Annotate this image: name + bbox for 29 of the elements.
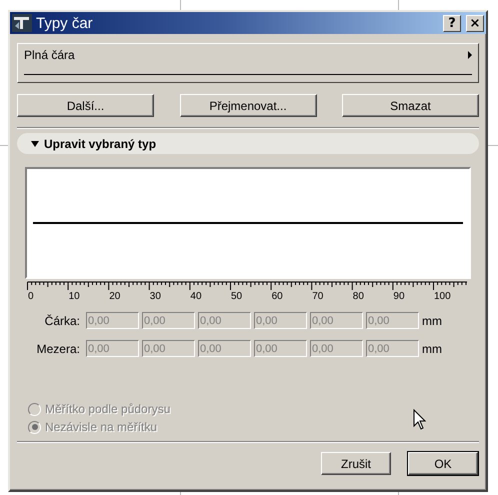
- ok-button[interactable]: OK: [408, 452, 478, 475]
- submenu-arrow-icon: [468, 51, 472, 59]
- cursor-icon: [413, 409, 426, 430]
- field-label: Mezera:: [36, 342, 80, 356]
- cancel-button[interactable]: Zrušit: [321, 452, 391, 475]
- ruler-label: 100: [434, 291, 451, 301]
- action-button[interactable]: Přejmenovat...: [180, 94, 316, 117]
- action-button[interactable]: Další...: [17, 94, 154, 117]
- unit-label: mm: [422, 342, 442, 356]
- line-type-dropdown[interactable]: Plná čára: [17, 43, 479, 83]
- ruler-label: 10: [68, 291, 80, 301]
- app-icon: [12, 14, 32, 32]
- section-header[interactable]: Upravit vybraný typ: [17, 133, 479, 154]
- ruler-label: 70: [312, 291, 324, 301]
- action-button[interactable]: Smazat: [342, 94, 479, 117]
- help-button[interactable]: ?: [443, 14, 461, 32]
- ruler-label: 40: [190, 291, 202, 301]
- ruler-label: 60: [272, 291, 283, 301]
- ruler-label: 0: [28, 291, 34, 301]
- ruler-label: 90: [393, 291, 405, 301]
- close-button[interactable]: ×: [466, 14, 484, 32]
- line-type-name: Plná čára: [24, 48, 75, 62]
- ruler-label: 20: [109, 291, 120, 301]
- field-label: Čárka:: [44, 314, 80, 328]
- ruler-label: 50: [231, 291, 242, 301]
- ruler-label: 80: [352, 291, 364, 301]
- window-title: Typy čar: [36, 14, 94, 32]
- ruler-label: 30: [150, 291, 161, 301]
- unit-label: mm: [422, 314, 442, 328]
